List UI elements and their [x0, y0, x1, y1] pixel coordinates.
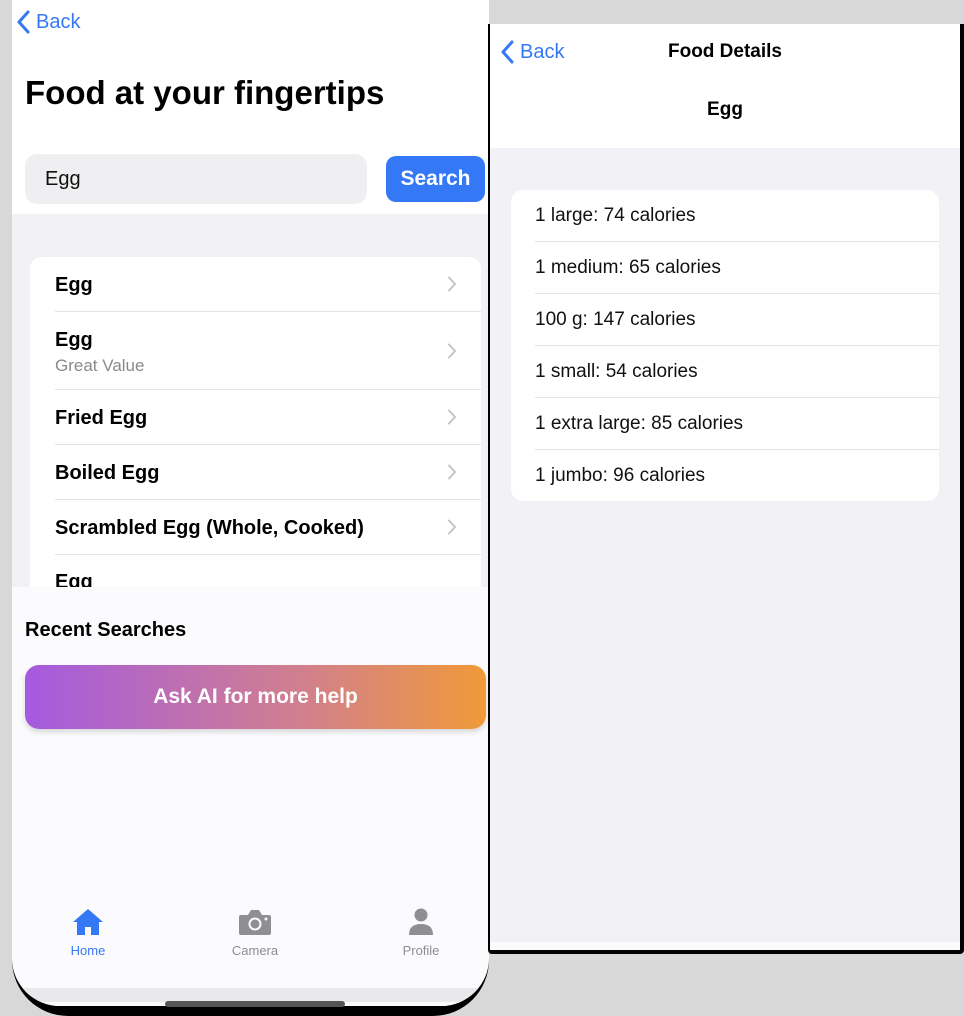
left-phone-frame: Back Food at your fingertips Search Egg …: [12, 0, 489, 1016]
page-title: Food at your fingertips: [25, 74, 385, 111]
search-button[interactable]: Search: [386, 156, 485, 202]
person-icon: [409, 908, 433, 935]
back-button[interactable]: Back: [16, 10, 80, 34]
ask-ai-button[interactable]: Ask AI for more help: [25, 665, 486, 729]
serving-row: 1 small: 54 calories: [535, 346, 939, 398]
serving-row: 1 jumbo: 96 calories: [535, 465, 706, 486]
serving-row: 1 medium: 65 calories: [535, 242, 939, 294]
food-details-screen: Back Food Details Egg 1 large: 74 calori…: [490, 24, 960, 950]
house-icon: [73, 909, 103, 935]
details-header: Back Food Details Egg: [490, 24, 960, 148]
tab-label: Profile: [402, 943, 440, 958]
food-name: Egg: [707, 99, 743, 120]
servings-list: 1 large: 74 calories 1 medium: 65 calori…: [511, 190, 939, 501]
camera-icon: [239, 910, 271, 935]
chevron-right-icon: [448, 464, 457, 480]
tab-bar: Home Camera Profile: [12, 907, 489, 977]
list-item[interactable]: Egg Great Value: [55, 312, 481, 390]
home-screen: Back Food at your fingertips Search Egg …: [12, 0, 489, 1006]
tab-profile[interactable]: Profile: [361, 907, 481, 958]
chevron-right-icon: [448, 409, 457, 425]
tab-label: Camera: [231, 943, 279, 958]
tab-camera[interactable]: Camera: [195, 907, 315, 958]
list-item[interactable]: Egg: [55, 257, 481, 312]
item-title: Scrambled Egg (Whole, Cooked): [55, 517, 364, 539]
item-title: Egg: [55, 274, 93, 296]
list-item[interactable]: Egg: [55, 555, 481, 587]
item-subtitle: Great Value: [55, 356, 145, 375]
back-label: Back: [36, 10, 81, 33]
home-indicator[interactable]: [165, 1001, 345, 1007]
serving-row: 1 large: 74 calories: [535, 190, 939, 242]
list-item[interactable]: Fried Egg: [55, 390, 481, 445]
chevron-right-icon: [448, 343, 457, 358]
item-title: Egg: [55, 571, 93, 587]
tab-label: Home: [70, 943, 106, 958]
bottom-panel: Recent Searches Ask AI for more help Hom…: [12, 587, 489, 1006]
list-item[interactable]: Boiled Egg: [55, 445, 481, 500]
serving-row: 100 g: 147 calories: [535, 294, 939, 346]
item-title: Fried Egg: [55, 407, 148, 429]
item-title: Boiled Egg: [55, 462, 160, 484]
home-indicator-area: [12, 988, 489, 1002]
tab-home[interactable]: Home: [28, 907, 148, 958]
home-header: Back Food at your fingertips Search: [12, 0, 489, 214]
chevron-right-icon: [448, 276, 457, 292]
bottom-strip: [490, 942, 960, 950]
recent-searches-heading: Recent Searches: [25, 619, 187, 641]
nav-title: Food Details: [667, 41, 782, 62]
item-title: Egg: [55, 329, 93, 351]
results-list: Egg Egg Great Value Fried Egg Boiled Egg…: [30, 257, 481, 587]
list-item[interactable]: Scrambled Egg (Whole, Cooked): [55, 500, 481, 555]
right-phone-frame: Back Food Details Egg 1 large: 74 calori…: [488, 24, 964, 954]
search-input[interactable]: [25, 154, 367, 204]
serving-row: 1 extra large: 85 calories: [535, 398, 939, 450]
chevron-left-icon: [17, 10, 30, 34]
chevron-right-icon: [448, 519, 457, 535]
